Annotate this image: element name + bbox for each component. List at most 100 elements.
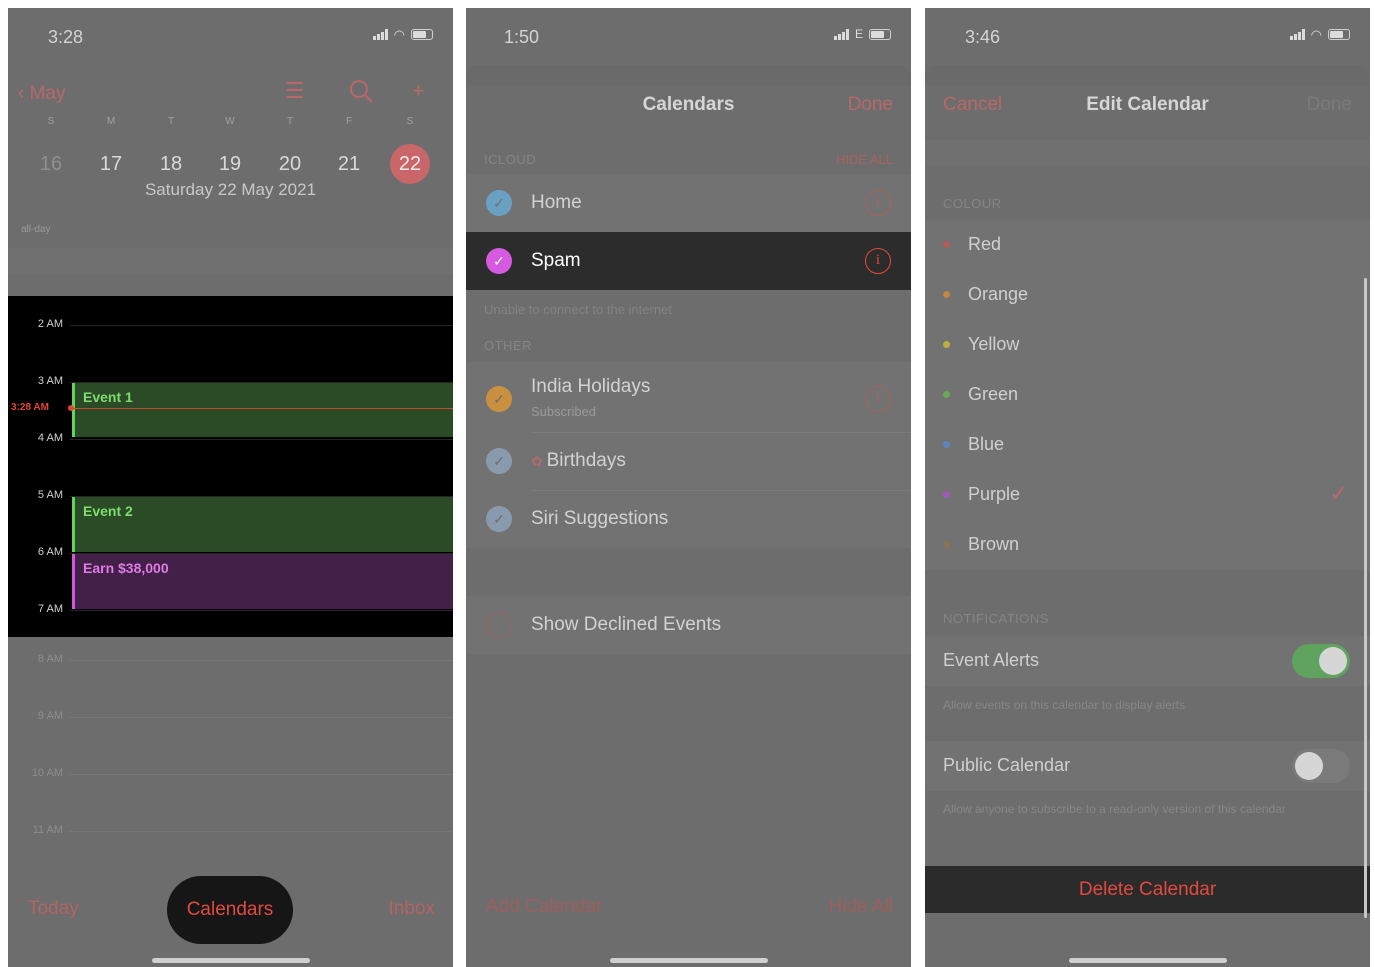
show-declined-events-row[interactable]: Show Declined Events [466, 596, 911, 654]
checkmark-icon[interactable]: ✓ [486, 190, 512, 216]
hour-label: 4 AM [37, 432, 63, 444]
calendar-label: India Holidays [531, 376, 651, 397]
checkmark-icon[interactable]: ✓ [486, 248, 512, 274]
day-cell-selected[interactable]: 22 [390, 144, 430, 184]
event-block[interactable]: Event 2 [72, 497, 453, 552]
page-title: Calendars [642, 94, 735, 115]
toggle-knob [1319, 647, 1347, 675]
public-calendar-row[interactable]: Public Calendar [925, 741, 1370, 791]
day-cell[interactable]: 20 [270, 144, 310, 184]
hour-line [70, 439, 453, 440]
event-block[interactable]: Earn $38,000 [72, 554, 453, 609]
selected-date-label: Saturday 22 May 2021 [144, 180, 317, 199]
weekday-label: S [406, 116, 414, 127]
colour-dot-icon [943, 241, 950, 248]
section-header-colour: COLOUR [943, 196, 1002, 211]
section-header-icloud: ICLOUD [484, 152, 537, 167]
row-divider [531, 432, 911, 433]
list-view-icon[interactable]: ☰ [285, 78, 305, 104]
day-cell[interactable]: 18 [151, 144, 191, 184]
hour-line [70, 774, 453, 775]
calendar-label: Birthdays [546, 450, 626, 471]
calendar-day-view-screen: 3:28 ◠ ‹ May ☰ + S M T W T F S 16 17 18 … [8, 8, 453, 967]
colour-dot-icon [943, 291, 950, 298]
colour-label: Purple [968, 484, 1021, 504]
scrollbar[interactable] [1364, 278, 1367, 918]
done-button[interactable]: Done [848, 94, 893, 116]
wifi-icon: ◠ [393, 27, 405, 42]
battery-icon [1328, 29, 1350, 40]
colour-row-purple[interactable]: Purple ✓ [925, 470, 1370, 520]
signal-icon [833, 29, 849, 40]
status-time: 3:28 [48, 27, 84, 47]
done-button[interactable]: Done [1307, 94, 1352, 116]
weekday-label: T [167, 116, 175, 127]
checkmark-icon[interactable]: ✓ [486, 448, 512, 474]
hide-all-icloud-link[interactable]: HIDE ALL [836, 152, 893, 167]
search-icon[interactable] [348, 78, 374, 110]
inbox-button[interactable]: Inbox [389, 898, 435, 920]
event-alerts-row[interactable]: Event Alerts [925, 636, 1370, 686]
day-cell[interactable]: 21 [329, 144, 369, 184]
sheet-grabber-area [925, 65, 1370, 85]
calendar-label: Home [531, 192, 582, 213]
status-time: 3:46 [965, 27, 1001, 47]
hour-label: 11 AM [32, 824, 63, 836]
event-block[interactable]: Event 1 [72, 383, 453, 437]
sheet-grabber-area [466, 65, 911, 85]
day-cell[interactable]: 19 [210, 144, 250, 184]
day-cell[interactable]: 17 [91, 144, 131, 184]
colour-label: Blue [968, 434, 1005, 454]
back-to-month-button[interactable]: ‹ May [18, 83, 66, 105]
public-calendar-toggle[interactable] [1292, 749, 1350, 783]
all-day-area[interactable] [8, 248, 453, 274]
today-button[interactable]: Today [28, 898, 79, 920]
hour-label: 7 AM [37, 603, 63, 615]
edit-calendar-screen: 3:46 ◠ Cancel Edit Calendar Done COLOUR … [925, 8, 1370, 967]
hide-all-button[interactable]: Hide All [829, 896, 893, 918]
calendar-row-india-holidays[interactable]: ✓ India Holidays Subscribed i [466, 362, 911, 432]
current-time-line [70, 408, 453, 409]
hour-label: 6 AM [37, 546, 63, 558]
wifi-icon: ◠ [1310, 27, 1322, 42]
colour-row-blue[interactable]: Blue [925, 420, 1370, 470]
signal-icon [372, 29, 388, 40]
colour-row-brown[interactable]: Brown [925, 520, 1370, 570]
calendar-row-spam[interactable]: ✓ Spam i [466, 232, 911, 290]
row-divider [531, 490, 911, 491]
all-day-label: all-day [21, 224, 51, 235]
unchecked-circle-icon[interactable] [486, 612, 512, 638]
birthdays-label-wrap: ✿ Birthdays [531, 450, 626, 472]
weekday-label: M [106, 116, 116, 127]
add-event-icon[interactable]: + [412, 78, 425, 104]
event-alerts-toggle[interactable] [1292, 644, 1350, 678]
colour-row-green[interactable]: Green [925, 370, 1370, 420]
colour-row-orange[interactable]: Orange [925, 270, 1370, 320]
colour-dot-icon [943, 491, 950, 498]
checkmark-icon[interactable]: ✓ [486, 386, 512, 412]
calendar-row-home[interactable]: ✓ Home i [466, 174, 911, 232]
hour-line [70, 610, 453, 611]
hour-label: 2 AM [37, 318, 63, 330]
info-icon[interactable]: i [865, 386, 891, 412]
battery-icon [411, 29, 433, 40]
day-timeline[interactable]: 2 AM 3 AM 4 AM 5 AM 6 AM 7 AM Event 1 Ev… [8, 296, 453, 637]
colour-row-yellow[interactable]: Yellow [925, 320, 1370, 370]
checkmark-icon[interactable]: ✓ [486, 506, 512, 532]
hour-label: 10 AM [31, 767, 63, 779]
calendars-button[interactable]: Calendars [167, 876, 293, 944]
public-calendar-label: Public Calendar [943, 755, 1071, 775]
weekday-label: T [286, 116, 294, 127]
info-icon[interactable]: i [865, 248, 891, 274]
calendar-row-siri-suggestions[interactable]: ✓ Siri Suggestions [466, 490, 911, 548]
add-calendar-button[interactable]: Add Calendar [486, 896, 602, 918]
hour-line [70, 717, 453, 718]
day-cell[interactable]: 16 [31, 144, 71, 184]
calendar-row-birthdays[interactable]: ✓ ✿ Birthdays [466, 432, 911, 490]
info-icon[interactable]: i [865, 190, 891, 216]
colour-label: Red [968, 234, 1002, 254]
calendar-name-field[interactable] [925, 140, 1370, 166]
delete-calendar-button[interactable]: Delete Calendar [925, 866, 1370, 913]
status-icons: E [833, 28, 891, 40]
colour-row-red[interactable]: Red [925, 220, 1370, 270]
